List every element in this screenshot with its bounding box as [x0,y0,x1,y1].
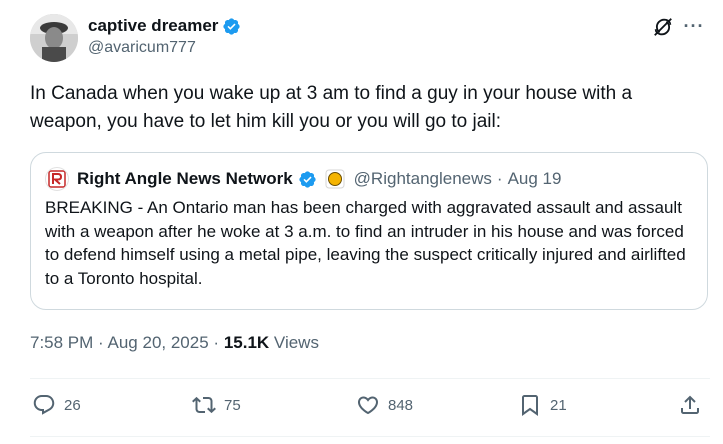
repost-button[interactable]: 75 [192,392,241,418]
more-options-icon[interactable]: ··· [682,14,706,38]
verified-badge-icon [223,17,241,35]
heart-icon [357,396,379,415]
quoted-author-handle[interactable]: @Rightanglenews [354,169,492,189]
bookmark-icon [522,395,538,416]
tweet-meta: 7:58 PM · Aug 20, 2025 · 15.1K Views [30,333,319,353]
share-icon [681,395,699,414]
quoted-tweet-text: BREAKING - An Ontario man has been charg… [45,198,686,288]
bottom-divider [30,436,710,437]
divider [30,378,710,379]
author-avatar[interactable] [30,14,78,62]
author-handle[interactable]: @avaricum777 [88,39,241,57]
quoted-verified-badge-icon [299,170,316,188]
meta-separator: · [98,333,104,352]
action-bar: 26 75 848 21 [32,392,704,422]
reply-button[interactable]: 26 [32,392,81,418]
quoted-tweet-date[interactable]: Aug 19 [508,169,562,189]
quoted-tweet-header: Right Angle News Network @Rightanglenews… [45,167,693,191]
repost-count: 75 [224,396,241,414]
quoted-tweet[interactable]: Right Angle News Network @Rightanglenews… [30,152,708,310]
views-label: Views [273,333,319,352]
reply-icon [33,395,55,415]
grok-icon[interactable] [652,16,674,38]
tweet-time[interactable]: 7:58 PM [30,333,93,352]
tweet-text: In Canada when you wake up at 3 am to fi… [30,83,633,132]
views-count: 15.1K [223,333,270,352]
author-names: captive dreamer @avaricum777 [88,15,241,57]
quoted-author-avatar [45,167,69,191]
tweet-date[interactable]: Aug 20, 2025 [108,333,209,352]
author-display-name[interactable]: captive dreamer [88,16,218,36]
quoted-author-display-name[interactable]: Right Angle News Network [77,169,293,189]
meta-separator-2: · [213,333,220,352]
reply-count: 26 [64,396,81,414]
like-count: 848 [388,396,414,414]
bookmark-count: 21 [550,396,567,414]
repost-icon [192,396,216,414]
quoted-meta-separator: · [496,169,503,188]
tweet-header: captive dreamer @avaricum777 ··· [30,12,720,64]
like-button[interactable]: 848 [356,392,413,418]
affiliate-badge-icon [325,169,345,189]
share-button[interactable] [678,392,702,418]
bookmark-button[interactable]: 21 [518,392,567,418]
